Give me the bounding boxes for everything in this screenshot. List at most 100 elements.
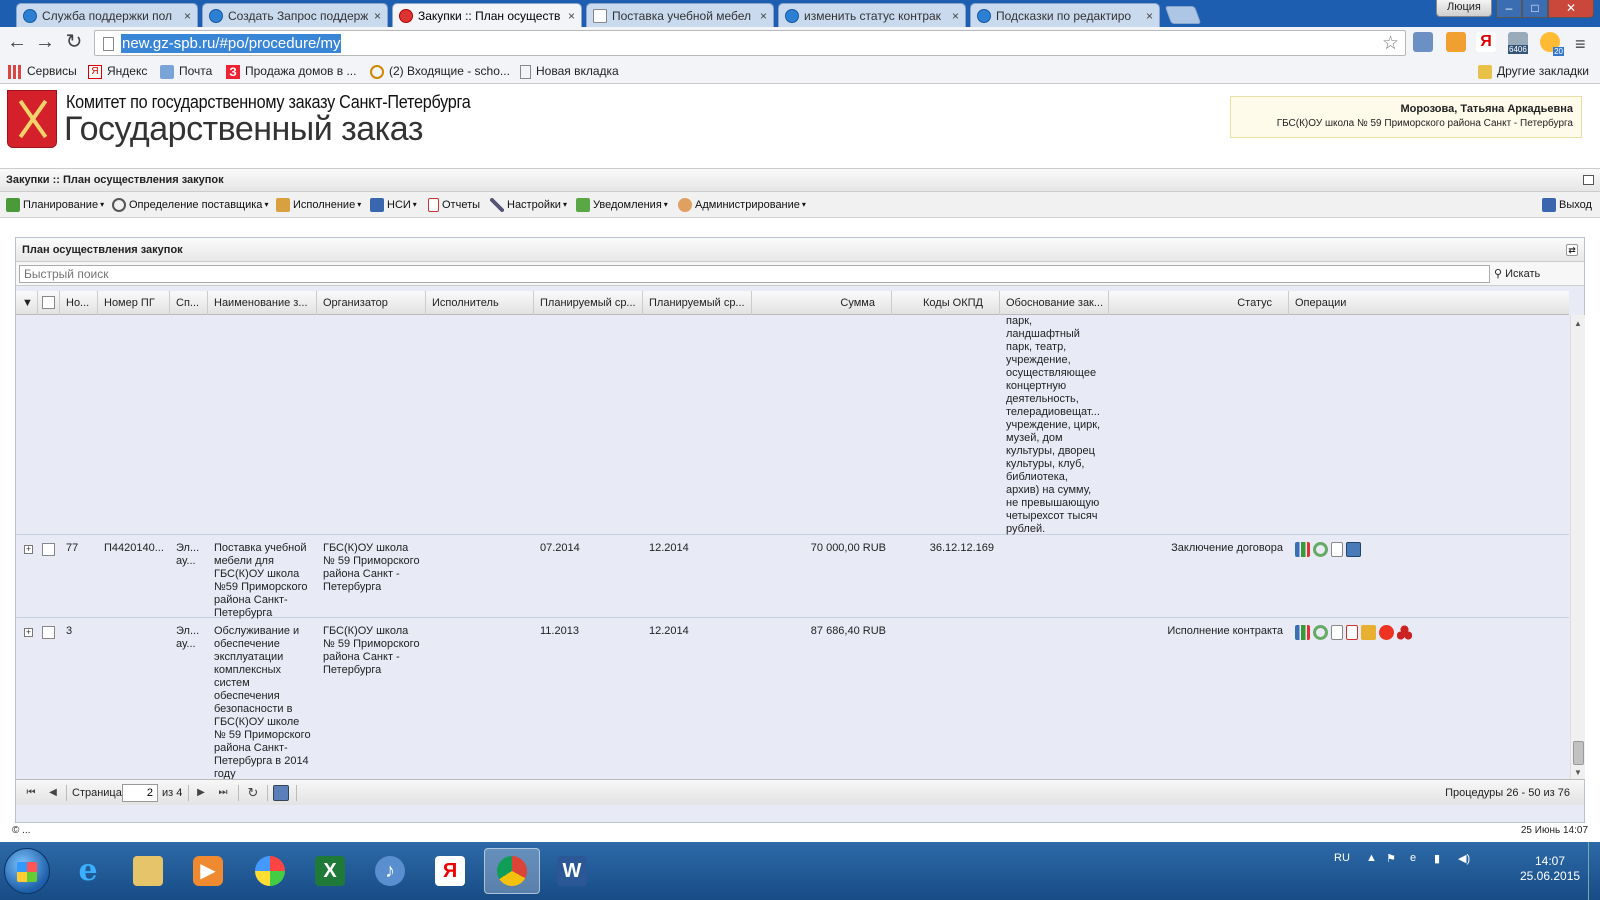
col-organizer[interactable]: Организатор	[317, 291, 426, 315]
tab-close-icon[interactable]: ×	[1146, 9, 1153, 23]
last-page-button[interactable]: ⏭	[216, 786, 230, 800]
browser-tab[interactable]: Создать Запрос поддерж ×	[202, 3, 388, 27]
settings-icon[interactable]	[1313, 542, 1328, 557]
minimize-button[interactable]: –	[1496, 0, 1522, 18]
tab-close-icon[interactable]: ×	[952, 9, 959, 23]
extension-icon-orange[interactable]	[1446, 32, 1466, 52]
tray-ie-icon[interactable]: e	[1410, 852, 1416, 864]
taskbar-app[interactable]: Я	[422, 848, 478, 894]
browser-tab-active[interactable]: Закупки :: План осуществ ×	[392, 3, 582, 27]
tab-close-icon[interactable]: ×	[374, 9, 381, 23]
other-bookmarks[interactable]: Другие закладки	[1478, 63, 1589, 80]
search-button[interactable]: ⚲ Искать	[1494, 265, 1540, 283]
browser-tab[interactable]: изменить статус контрак ×	[778, 3, 966, 27]
col-planned-end[interactable]: Планируемый ср...	[643, 291, 752, 315]
page-number-input[interactable]	[122, 784, 158, 802]
save-icon[interactable]	[273, 785, 289, 801]
menu-planning[interactable]: Планирование ▾	[6, 196, 104, 214]
browser-tab[interactable]: Служба поддержки пол ×	[16, 3, 198, 27]
chart-icon[interactable]	[1295, 542, 1310, 557]
table-row[interactable]: + 3 Эл... ау... Обслуживание и обеспечен…	[16, 619, 1569, 779]
report-icon[interactable]	[1346, 625, 1358, 640]
taskbar-app[interactable]: ▶	[180, 848, 236, 894]
taskbar-app-active[interactable]	[484, 848, 540, 894]
collapse-icon[interactable]	[1583, 175, 1594, 185]
bookmark-services[interactable]: Сервисы	[8, 63, 77, 80]
col-method[interactable]: Сп...	[170, 291, 208, 315]
volume-icon[interactable]: ◀)	[1458, 852, 1470, 865]
new-tab-button[interactable]	[1164, 6, 1202, 24]
menu-execution[interactable]: Исполнение ▾	[276, 196, 361, 214]
document-icon[interactable]	[1331, 625, 1343, 640]
browser-tab[interactable]: Поставка учебной мебел ×	[586, 3, 774, 27]
expand-icon[interactable]: +	[24, 545, 33, 554]
forward-button[interactable]: →	[33, 31, 57, 55]
bookmark-inbox[interactable]: (2) Входящие - scho...	[370, 63, 510, 80]
stop-icon[interactable]	[1379, 625, 1394, 640]
bookmark-houses[interactable]: З Продажа домов в ...	[226, 63, 356, 80]
filter-icon[interactable]: ▼	[16, 291, 38, 315]
language-indicator[interactable]: RU	[1334, 852, 1350, 864]
menu-settings[interactable]: Настройки ▾	[490, 196, 567, 214]
tab-close-icon[interactable]: ×	[760, 9, 767, 23]
bookmark-yandex[interactable]: Я Яндекс	[88, 63, 147, 80]
row-checkbox[interactable]	[42, 543, 55, 556]
show-desktop-button[interactable]	[1588, 842, 1600, 900]
col-planned-start[interactable]: Планируемый ср...	[534, 291, 643, 315]
menu-supplier[interactable]: Определение поставщика ▾	[112, 196, 268, 214]
mail-icon[interactable]: 6406	[1508, 32, 1528, 54]
calculator-icon[interactable]	[1346, 542, 1361, 557]
tab-close-icon[interactable]: ×	[184, 9, 191, 23]
back-button[interactable]: ←	[5, 31, 29, 55]
refresh-icon[interactable]: ⇄	[1566, 244, 1578, 256]
table-row[interactable]: парк, ландшафтный парк, театр, учреждени…	[16, 315, 1569, 535]
expand-icon[interactable]: +	[24, 628, 33, 637]
taskbar-app[interactable]: e	[60, 848, 116, 894]
edit-icon[interactable]	[1361, 625, 1376, 640]
taskbar-app[interactable]: ♪	[362, 848, 418, 894]
quick-search-input[interactable]	[19, 265, 1490, 283]
menu-notifications[interactable]: Уведомления ▾	[576, 196, 668, 214]
settings-icon[interactable]	[1313, 625, 1328, 640]
prev-page-button[interactable]: ◀	[46, 786, 60, 800]
tab-close-icon[interactable]: ×	[568, 9, 575, 23]
start-button[interactable]	[4, 848, 50, 894]
reload-button[interactable]: ↻	[62, 31, 86, 55]
weather-icon[interactable]: 20	[1540, 32, 1564, 56]
clock[interactable]: 14:07 25.06.2015	[1520, 854, 1580, 884]
col-name[interactable]: Наименование з...	[208, 291, 317, 315]
tray-flag-icon[interactable]: ⚑	[1386, 852, 1396, 865]
url-text[interactable]: new.gz-spb.ru/#po/procedure/my	[121, 34, 342, 53]
col-okpd[interactable]: Коды ОКПД	[892, 291, 1000, 315]
document-icon[interactable]	[1331, 542, 1343, 557]
select-all-checkbox[interactable]	[42, 296, 55, 309]
col-sum[interactable]: Сумма	[752, 291, 892, 315]
menu-administration[interactable]: Администрирование ▾	[678, 196, 806, 214]
taskbar-app[interactable]: W	[544, 848, 600, 894]
row-checkbox[interactable]	[42, 626, 55, 639]
menu-reports[interactable]: Отчеты	[428, 196, 480, 214]
network-icon[interactable]: ▮	[1434, 852, 1440, 865]
extension-icon-blue[interactable]	[1413, 32, 1433, 52]
exit-button[interactable]: Выход	[1542, 196, 1592, 214]
scroll-up-icon[interactable]: ▲	[1574, 319, 1582, 328]
col-executor[interactable]: Исполнитель	[426, 291, 534, 315]
tray-expand-icon[interactable]: ▲	[1366, 852, 1377, 864]
table-row[interactable]: + 77 П4420140... Эл... ау... Поставка уч…	[16, 536, 1569, 619]
taskbar-app[interactable]	[120, 848, 176, 894]
profile-button[interactable]: Люция	[1436, 0, 1492, 17]
bookmark-new-tab[interactable]: Новая вкладка	[520, 63, 619, 80]
col-pg-number[interactable]: Номер ПГ	[98, 291, 170, 315]
scroll-thumb[interactable]	[1573, 741, 1584, 765]
browser-menu-icon[interactable]: ≡	[1575, 34, 1586, 55]
browser-tab[interactable]: Подсказки по редактиро ×	[970, 3, 1160, 27]
grid-scrollbar[interactable]: ▲ ▼	[1570, 315, 1585, 779]
scroll-down-icon[interactable]: ▼	[1574, 768, 1582, 777]
bookmark-mail[interactable]: Почта	[160, 63, 212, 80]
col-status[interactable]: Статус	[1109, 291, 1289, 315]
maximize-button[interactable]: □	[1522, 0, 1548, 18]
first-page-button[interactable]: ⏮	[24, 786, 38, 800]
reload-grid-button[interactable]: ↻	[246, 786, 260, 800]
address-bar[interactable]: new.gz-spb.ru/#po/procedure/my ☆	[94, 30, 1406, 56]
bookmark-star-icon[interactable]: ☆	[1382, 32, 1399, 55]
